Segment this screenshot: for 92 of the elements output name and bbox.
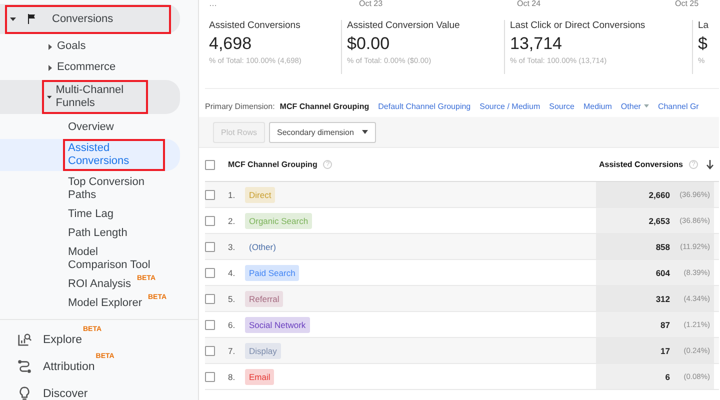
flag-icon [26, 13, 38, 25]
caret-icon[interactable] [47, 44, 53, 50]
nav-link[interactable]: Attribution [43, 360, 95, 372]
table-cell: 858 [656, 242, 670, 252]
channel-link[interactable]: (Other) [245, 238, 280, 254]
nav-label[interactable]: ROI Analysis [68, 278, 131, 291]
nav-label[interactable]: Path Length [68, 227, 128, 240]
nav-item-row[interactable]: ROI Analysis $^{BETA}$ [0, 275, 180, 294]
caret-icon[interactable] [47, 64, 53, 70]
nav-item-row[interactable]: Top Conversion Paths [0, 173, 180, 205]
nav-label[interactable]: Model Explorer [68, 297, 142, 310]
checkbox[interactable] [205, 294, 215, 304]
metric-value: $0.00 [347, 34, 391, 54]
table-cell: 6 [665, 372, 670, 382]
nav-label[interactable]: Assisted Conversions [68, 142, 160, 168]
nav-item-row[interactable]: Conversions [0, 4, 180, 34]
row-number: 8. [228, 372, 236, 382]
table-cell: 87 [660, 320, 670, 330]
channel-link[interactable]: Social Network [245, 316, 310, 332]
nav-item-row[interactable]: Path Length [0, 224, 180, 243]
dimension-link[interactable]: MCF Channel Grouping [280, 102, 370, 110]
row-number: 3. [228, 242, 236, 252]
nav-item-row[interactable]: Ecommerce [0, 57, 180, 78]
nav-label[interactable]: Overview [68, 121, 114, 134]
metric-value: $ [698, 34, 708, 54]
nav-label[interactable]: Ecommerce [57, 61, 116, 74]
checkbox[interactable] [205, 346, 215, 356]
checkbox[interactable] [205, 320, 215, 330]
metric-title: La [698, 20, 710, 31]
row-number: 6. [228, 320, 236, 330]
nav-label[interactable]: Conversions [52, 12, 114, 26]
checkbox[interactable] [205, 372, 215, 382]
nav-label[interactable]: Model Comparison Tool [68, 246, 160, 272]
dimension-link[interactable]: Default Channel Grouping [378, 102, 471, 110]
checkbox[interactable] [205, 242, 215, 252]
beta-label: BETA [148, 294, 167, 301]
row-number: 4. [228, 268, 236, 278]
metric-title: Assisted Conversion Value [347, 20, 461, 31]
beta-label: BETA [96, 353, 114, 360]
nav-item-row[interactable]: Time Lag [0, 205, 180, 224]
caret-icon[interactable] [10, 16, 16, 22]
table-cell: 312 [656, 294, 670, 304]
table-cell: 17 [660, 346, 670, 356]
nav-label[interactable]: Top Conversion Paths [68, 176, 160, 202]
nav-link[interactable]: Explore [43, 334, 82, 346]
axis-date-label: Oct 25 [675, 0, 700, 10]
nav-label[interactable]: Goals [57, 40, 86, 53]
column-header[interactable]: Assisted Conversions [598, 160, 683, 169]
nav-item-row[interactable]: Multi-Channel Funnels [0, 80, 180, 114]
metric-value: 13,714 [510, 34, 563, 54]
chart-search-icon [17, 332, 32, 347]
checkbox[interactable] [205, 190, 215, 200]
row-number: 7. [228, 346, 236, 356]
nav-link[interactable]: Discover [43, 388, 88, 400]
checkbox[interactable] [205, 268, 215, 278]
caret-icon [362, 130, 368, 134]
caret-icon [644, 104, 649, 108]
row-number: 2. [228, 216, 236, 226]
caret-icon[interactable] [47, 94, 52, 100]
nav-label[interactable]: Time Lag [68, 208, 114, 221]
lightbulb-icon [17, 386, 32, 400]
dimension-link[interactable]: Medium [583, 102, 612, 110]
axis-date-label: … [209, 0, 218, 10]
metric-title: Assisted Conversions [209, 20, 302, 31]
table-cell: 2,653 [648, 216, 670, 226]
metric-value: 4,698 [209, 34, 253, 54]
checkbox[interactable] [205, 216, 215, 226]
beta-label: BETA [136, 275, 156, 282]
metric-title: Last Click or Direct Conversions [510, 20, 646, 31]
table-cell: 2,660 [648, 190, 670, 200]
beta-label: BETA [83, 326, 102, 333]
sort-descending-icon[interactable] [706, 160, 714, 170]
row-number: 1. [228, 190, 236, 200]
secondary-dimension-dropdown[interactable]: Secondary dimension [269, 122, 376, 142]
column-header[interactable]: MCF Channel Grouping [228, 160, 318, 169]
dimension-link[interactable]: Other [620, 102, 649, 110]
nav-item-row[interactable]: Overview [0, 118, 180, 137]
dimension-link[interactable]: Source / Medium [480, 102, 540, 110]
primary-dimension-label: Primary Dimension: [205, 102, 275, 110]
table-cell: 604 [656, 268, 670, 278]
axis-date-label: Oct 23 [359, 0, 384, 10]
path-icon [17, 359, 32, 374]
axis-date-label: Oct 24 [517, 0, 542, 10]
nav-item-row[interactable]: Model Explorer $^{BETA}$ [0, 294, 180, 313]
nav-item-selected[interactable]: Assisted Conversions [0, 139, 180, 171]
checkbox[interactable] [205, 160, 215, 170]
nav-item-row[interactable]: Model Comparison Tool [0, 243, 180, 275]
row-number: 5. [228, 294, 236, 304]
dimension-link[interactable]: Source [549, 102, 574, 110]
nav-item-row[interactable]: Goals [0, 36, 180, 57]
nav-label[interactable]: Multi-Channel Funnels [56, 84, 143, 110]
dimension-link[interactable]: Channel Gr [658, 102, 699, 110]
